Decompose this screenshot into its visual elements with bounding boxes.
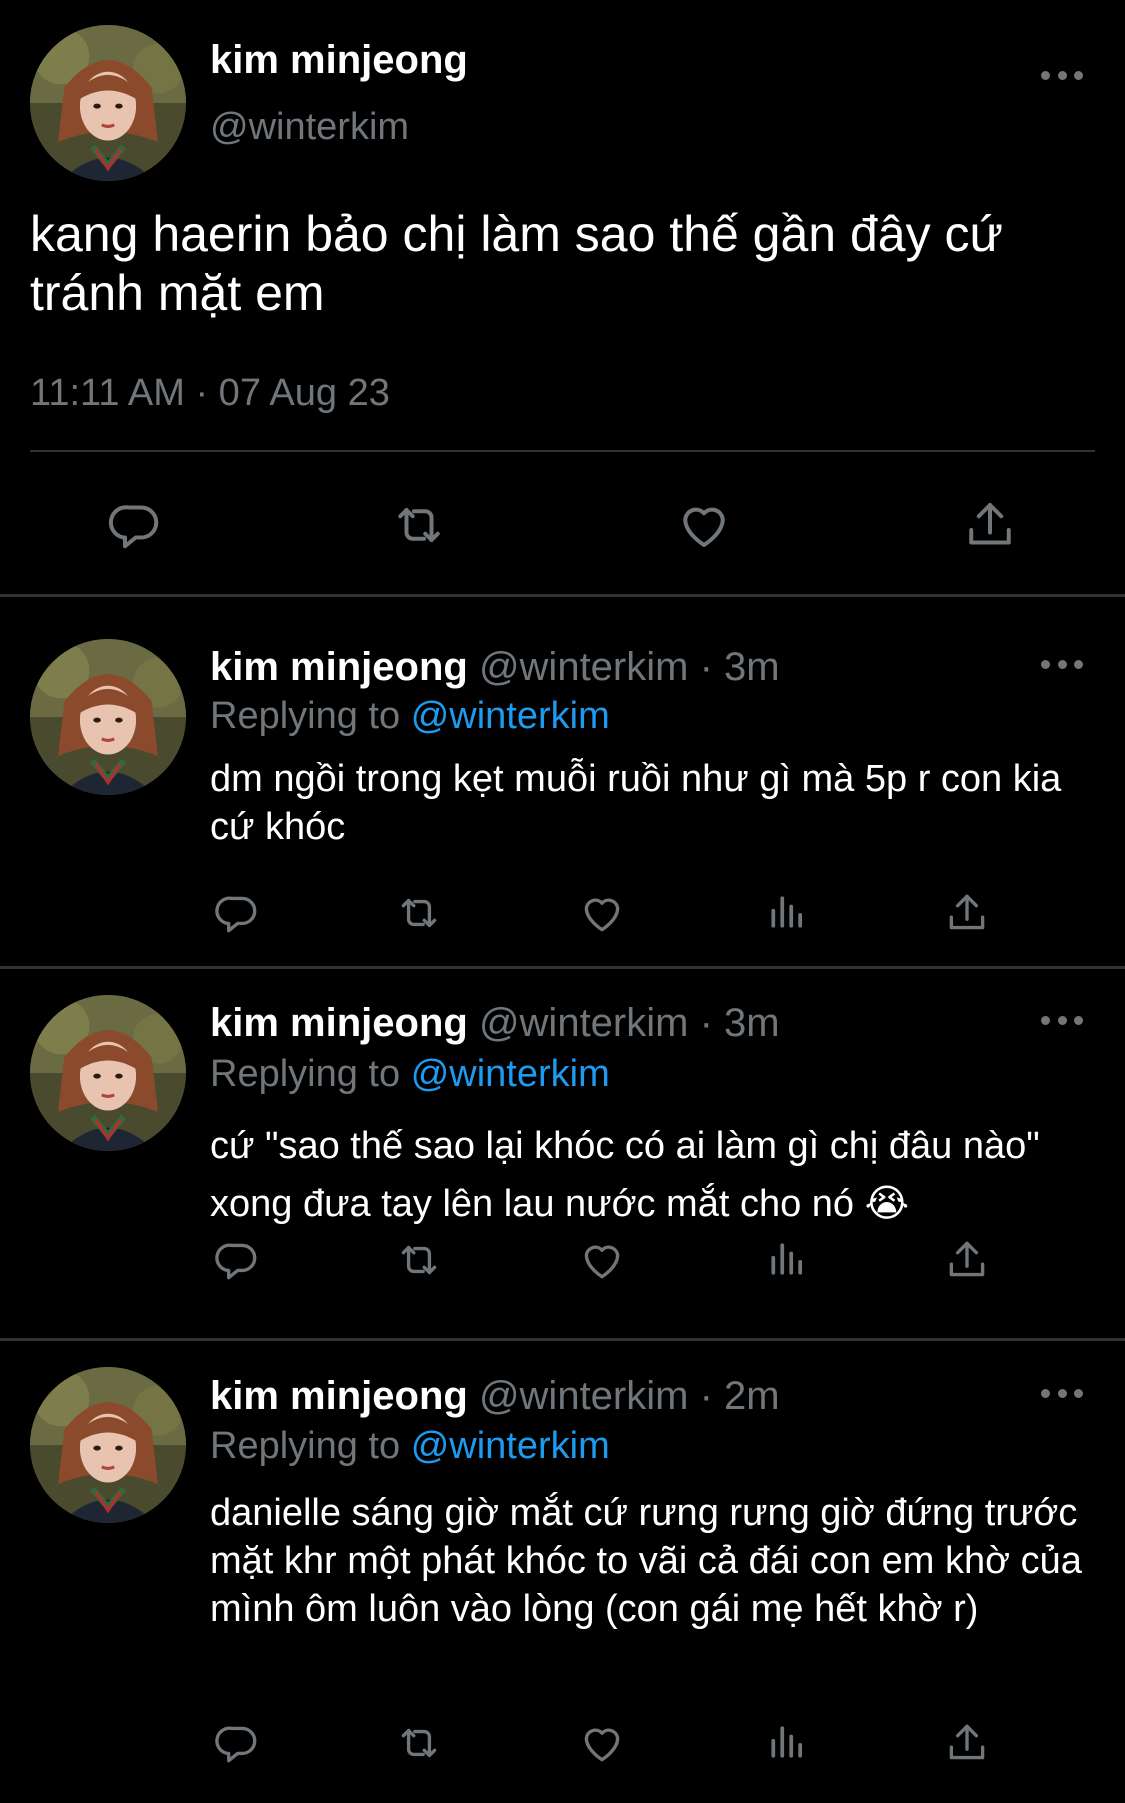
- author-name[interactable]: kim minjeong: [210, 38, 468, 83]
- replying-to: Replying to @winterkim: [210, 1053, 610, 1096]
- relative-time[interactable]: 2m: [724, 1374, 780, 1418]
- more-dot-icon: [1057, 70, 1067, 80]
- retweet-button[interactable]: [394, 1235, 444, 1285]
- separator: ·: [688, 1001, 724, 1045]
- reply-text: cứ "sao thế sao lại khóc có ai làm gì ch…: [210, 1125, 1040, 1225]
- retweet-icon: [389, 495, 449, 555]
- more-dot-icon: [1074, 1015, 1083, 1025]
- author-handle[interactable]: @winterkim: [479, 645, 689, 689]
- author-name[interactable]: kim minjeong: [210, 1374, 468, 1418]
- retweet-icon: [394, 1718, 444, 1768]
- like-icon: [577, 888, 627, 938]
- share-button[interactable]: [942, 1718, 992, 1768]
- analytics-icon: [761, 1718, 811, 1768]
- analytics-button[interactable]: [761, 1235, 811, 1285]
- reply-icon: [212, 1235, 262, 1285]
- more-dot-icon: [1057, 1388, 1067, 1398]
- reply-text: danielle sáng giờ mắt cứ rưng rưng giờ đ…: [210, 1492, 1082, 1630]
- reply-button[interactable]: [212, 1235, 262, 1285]
- retweet-icon: [394, 888, 444, 938]
- reply-icon: [105, 495, 165, 555]
- avatar[interactable]: [30, 25, 186, 181]
- author-handle[interactable]: @winterkim: [479, 1374, 689, 1418]
- author-handle[interactable]: @winterkim: [479, 1001, 689, 1045]
- replying-mention[interactable]: @winterkim: [411, 1425, 610, 1467]
- analytics-icon: [761, 1235, 811, 1285]
- divider: [30, 450, 1095, 452]
- reply-tweet[interactable]: kim minjeong @winterkim · 3m Replying to…: [0, 597, 1125, 969]
- more-options-button[interactable]: [1041, 68, 1083, 82]
- main-tweet: kim minjeong @winterkim kang haerin bảo …: [0, 0, 1125, 597]
- reply-header: kim minjeong @winterkim · 3m: [210, 1001, 780, 1046]
- author-name[interactable]: kim minjeong: [210, 1001, 468, 1045]
- like-icon: [674, 495, 734, 555]
- share-icon: [942, 1718, 992, 1768]
- reply-button[interactable]: [212, 1718, 262, 1768]
- relative-time[interactable]: 3m: [724, 1001, 780, 1045]
- share-icon: [942, 888, 992, 938]
- replying-mention[interactable]: @winterkim: [411, 1053, 610, 1095]
- share-icon: [960, 495, 1020, 555]
- replying-to: Replying to @winterkim: [210, 695, 610, 738]
- replying-label: Replying to: [210, 1053, 401, 1095]
- reply-header: kim minjeong @winterkim · 3m: [210, 645, 780, 690]
- more-dot-icon: [1074, 659, 1083, 669]
- avatar-image: [30, 25, 186, 181]
- avatar-image: [30, 1367, 186, 1523]
- retweet-button[interactable]: [394, 888, 444, 938]
- more-dot-icon: [1057, 659, 1067, 669]
- avatar[interactable]: [30, 639, 186, 795]
- author-handle[interactable]: @winterkim: [210, 106, 409, 149]
- reply-icon: [212, 888, 262, 938]
- reply-tweet[interactable]: kim minjeong @winterkim · 2m Replying to…: [0, 1341, 1125, 1803]
- avatar[interactable]: [30, 1367, 186, 1523]
- replying-mention[interactable]: @winterkim: [411, 695, 610, 737]
- avatar-image: [30, 639, 186, 795]
- like-icon: [577, 1718, 627, 1768]
- more-dot-icon: [1074, 1388, 1083, 1398]
- share-button[interactable]: [960, 495, 1020, 555]
- analytics-button[interactable]: [761, 888, 811, 938]
- reply-tweet[interactable]: kim minjeong @winterkim · 3m Replying to…: [0, 969, 1125, 1341]
- more-dot-icon: [1041, 1388, 1050, 1398]
- reply-button[interactable]: [212, 888, 262, 938]
- like-button[interactable]: [674, 495, 734, 555]
- share-button[interactable]: [942, 1235, 992, 1285]
- separator: ·: [688, 1374, 724, 1418]
- share-button[interactable]: [942, 888, 992, 938]
- separator: ·: [688, 645, 724, 689]
- retweet-button[interactable]: [389, 495, 449, 555]
- relative-time[interactable]: 3m: [724, 645, 780, 689]
- like-button[interactable]: [577, 1235, 627, 1285]
- more-dot-icon: [1041, 659, 1050, 669]
- more-dot-icon: [1041, 70, 1050, 80]
- retweet-icon: [394, 1235, 444, 1285]
- more-dot-icon: [1041, 1015, 1050, 1025]
- avatar[interactable]: [30, 995, 186, 1151]
- more-dot-icon: [1074, 70, 1083, 80]
- author-name[interactable]: kim minjeong: [210, 645, 468, 689]
- replying-label: Replying to: [210, 1425, 401, 1467]
- reply-text: dm ngồi trong kẹt muỗi ruồi như gì mà 5p…: [210, 758, 1062, 848]
- reply-icon: [212, 1718, 262, 1768]
- like-icon: [577, 1235, 627, 1285]
- retweet-button[interactable]: [394, 1718, 444, 1768]
- like-button[interactable]: [577, 1718, 627, 1768]
- replying-label: Replying to: [210, 695, 401, 737]
- more-dot-icon: [1057, 1015, 1067, 1025]
- like-button[interactable]: [577, 888, 627, 938]
- more-options-button[interactable]: [1041, 1013, 1083, 1027]
- reply-button[interactable]: [105, 495, 165, 555]
- reply-header: kim minjeong @winterkim · 2m: [210, 1374, 780, 1419]
- more-options-button[interactable]: [1041, 1386, 1083, 1400]
- tweet-text: kang haerin bảo chị làm sao thế gần đây …: [30, 206, 1003, 321]
- share-icon: [942, 1235, 992, 1285]
- more-options-button[interactable]: [1041, 657, 1083, 671]
- analytics-button[interactable]: [761, 1718, 811, 1768]
- analytics-icon: [761, 888, 811, 938]
- tweet-timestamp[interactable]: 11:11 AM · 07 Aug 23: [30, 372, 390, 415]
- avatar-image: [30, 995, 186, 1151]
- replying-to: Replying to @winterkim: [210, 1425, 610, 1468]
